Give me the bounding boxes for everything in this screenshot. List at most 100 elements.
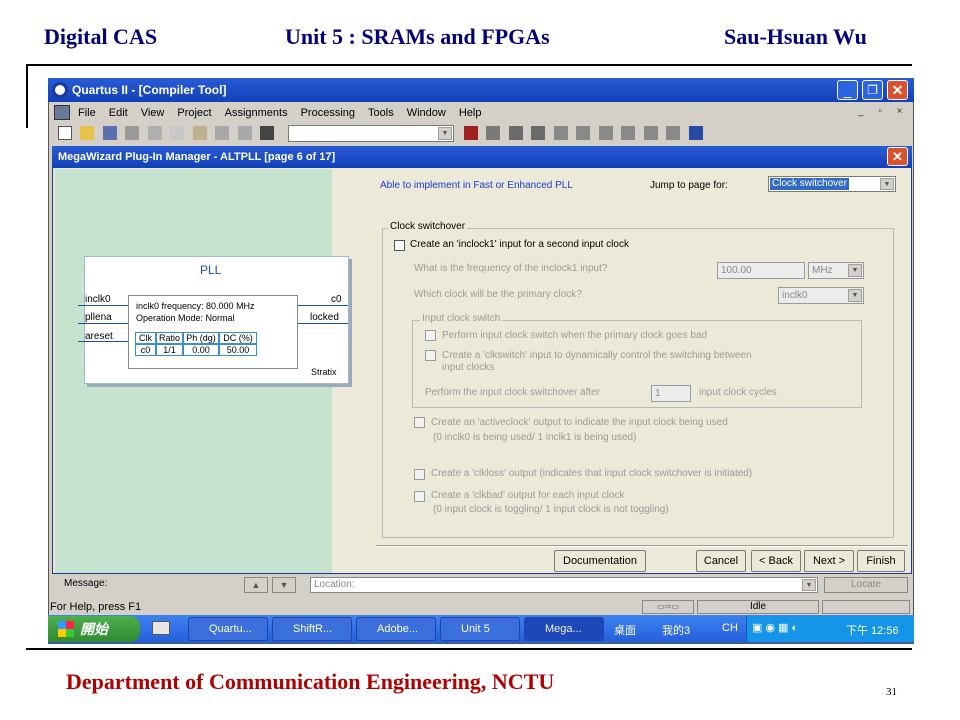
project-hierarchy-dropdown[interactable]: ▼ bbox=[288, 125, 454, 142]
timing-icon[interactable] bbox=[621, 125, 636, 140]
pll-output-c0: c0 bbox=[331, 294, 342, 305]
simulate-icon[interactable] bbox=[643, 125, 658, 140]
pll-td-clk: c0 bbox=[135, 344, 156, 356]
menu-project[interactable]: Project bbox=[177, 103, 211, 123]
mdi-controls[interactable]: _ ▫ × bbox=[858, 106, 909, 117]
rtl-viewer-icon[interactable] bbox=[688, 125, 703, 140]
compile-step-icon[interactable] bbox=[598, 125, 613, 140]
locate-button[interactable]: Locate bbox=[824, 577, 908, 593]
clkbad-label-line2: (0 input clock is toggling/ 1 input cloc… bbox=[433, 504, 669, 515]
new-file-icon[interactable] bbox=[58, 125, 72, 140]
activeclock-label-line1: Create an 'activeclock' output to indica… bbox=[431, 417, 728, 428]
cut-icon[interactable] bbox=[147, 125, 162, 140]
pll-th-phase: Ph (dg) bbox=[183, 332, 219, 344]
start-compile-icon[interactable] bbox=[576, 125, 591, 140]
pll-wire-inclk0 bbox=[78, 305, 128, 306]
button-separator bbox=[376, 545, 908, 547]
pll-td-ratio: 1/1 bbox=[156, 344, 183, 356]
print-icon[interactable] bbox=[125, 125, 140, 140]
message-up-icon[interactable]: ▲ bbox=[244, 577, 268, 593]
back-button[interactable]: < Back bbox=[751, 550, 801, 572]
activeclock-checkbox[interactable] bbox=[414, 417, 425, 428]
megawizard-title: MegaWizard Plug-In Manager - ALTPLL [pag… bbox=[58, 151, 336, 163]
pll-wire-locked bbox=[298, 323, 348, 324]
chip-icon[interactable] bbox=[508, 125, 523, 140]
pll-wire-c0 bbox=[298, 305, 348, 306]
paste-icon[interactable] bbox=[192, 125, 207, 140]
status-idle: Idle bbox=[697, 600, 819, 614]
menu-help[interactable]: Help bbox=[459, 103, 482, 123]
documentation-button[interactable]: Documentation bbox=[554, 550, 646, 572]
save-icon[interactable] bbox=[102, 125, 117, 140]
task-mega[interactable]: Mega... bbox=[524, 617, 604, 641]
jump-to-page-select[interactable]: Clock switchover ▼ bbox=[768, 176, 896, 192]
primary-clock-select[interactable]: inclk0 ▼ bbox=[778, 287, 864, 304]
open-folder-icon[interactable] bbox=[80, 125, 95, 140]
close-icon[interactable]: ✕ bbox=[887, 80, 908, 100]
clkswitch-checkbox[interactable] bbox=[425, 350, 436, 361]
menu-window[interactable]: Window bbox=[407, 103, 446, 123]
status-help-text: For Help, press F1 bbox=[50, 601, 142, 613]
clkbad-checkbox[interactable] bbox=[414, 491, 425, 502]
task-adobe-label: Adobe... bbox=[377, 623, 418, 635]
cancel-button[interactable]: Cancel bbox=[696, 550, 746, 572]
wizard-close-icon[interactable]: ✕ bbox=[887, 147, 908, 166]
status-extra bbox=[822, 600, 910, 614]
task-quartus[interactable]: Quartu... bbox=[188, 617, 268, 641]
windows-logo-icon bbox=[58, 621, 74, 637]
menu-file[interactable]: File bbox=[78, 103, 96, 123]
document-icon bbox=[54, 105, 70, 120]
message-label: Message: bbox=[64, 578, 108, 589]
create-inclock1-checkbox[interactable] bbox=[394, 240, 405, 251]
minimize-icon[interactable]: _ bbox=[837, 80, 858, 100]
message-down-icon[interactable]: ▼ bbox=[272, 577, 296, 593]
perform-switch-checkbox[interactable] bbox=[425, 330, 436, 341]
clkloss-label: Create a 'clkloss' output (indicates tha… bbox=[431, 468, 753, 479]
jump-to-page-label: Jump to page for: bbox=[650, 180, 728, 191]
quicklaunch-icon[interactable] bbox=[152, 621, 170, 635]
switchover-cycles-value: 1 bbox=[655, 388, 661, 399]
menu-processing[interactable]: Processing bbox=[301, 103, 355, 123]
create-inclock1-label: Create an 'inclock1' input for a second … bbox=[410, 239, 629, 250]
task-shiftr-label: ShiftR... bbox=[293, 623, 333, 635]
quartus-app-icon bbox=[52, 82, 68, 98]
pll-th-ratio: Ratio bbox=[156, 332, 183, 344]
desktop-toolbar-label[interactable]: 桌面 bbox=[614, 622, 636, 638]
menu-edit[interactable]: Edit bbox=[109, 103, 128, 123]
inclock1-unit-select[interactable]: MHz ▼ bbox=[808, 262, 864, 279]
language-indicator[interactable]: CH bbox=[722, 622, 738, 634]
analysis-icon[interactable] bbox=[553, 125, 568, 140]
clkbad-label-line1: Create a 'clkbad' output for each input … bbox=[431, 490, 625, 501]
menu-assignments[interactable]: Assignments bbox=[225, 103, 288, 123]
stop-icon[interactable] bbox=[464, 125, 478, 140]
pll-info-mode: Operation Mode: Normal bbox=[136, 313, 235, 323]
switchover-cycles-input[interactable]: 1 bbox=[651, 385, 691, 402]
primary-clock-value: inclk0 bbox=[782, 290, 808, 301]
inclock1-freq-input[interactable]: 100.00 bbox=[717, 262, 805, 279]
finish-button[interactable]: Finish bbox=[857, 550, 905, 572]
chip-planner-icon[interactable] bbox=[531, 125, 546, 140]
task-adobe[interactable]: Adobe... bbox=[356, 617, 436, 641]
copy-icon[interactable] bbox=[170, 125, 185, 140]
undo-icon[interactable] bbox=[215, 125, 230, 140]
menu-tools[interactable]: Tools bbox=[368, 103, 394, 123]
pll-output-locked: locked bbox=[310, 312, 339, 323]
programmer-icon[interactable] bbox=[666, 125, 681, 140]
location-field[interactable]: Location: ▼ bbox=[310, 577, 818, 593]
task-unit5[interactable]: Unit 5 bbox=[440, 617, 520, 641]
toolbar-right bbox=[462, 124, 722, 144]
task-quartus-label: Quartu... bbox=[209, 623, 252, 635]
tray-icons[interactable]: ▣◉▦◐ bbox=[752, 621, 801, 634]
settings-icon[interactable] bbox=[486, 125, 501, 140]
location-label: Location: bbox=[314, 579, 355, 590]
next-button[interactable]: Next > bbox=[804, 550, 854, 572]
redo-icon[interactable] bbox=[237, 125, 252, 140]
slide-header-right: Sau-Hsuan Wu bbox=[724, 24, 867, 49]
context-help-icon[interactable] bbox=[260, 125, 275, 140]
activeclock-label-line2: (0 inclk0 is being used/ 1 inclk1 is bei… bbox=[433, 432, 637, 443]
task-shiftr[interactable]: ShiftR... bbox=[272, 617, 352, 641]
mydoc-toolbar-label[interactable]: 我的3 bbox=[662, 622, 690, 638]
menu-view[interactable]: View bbox=[141, 103, 165, 123]
clkloss-checkbox[interactable] bbox=[414, 469, 425, 480]
restore-icon[interactable]: ❐ bbox=[862, 80, 883, 100]
